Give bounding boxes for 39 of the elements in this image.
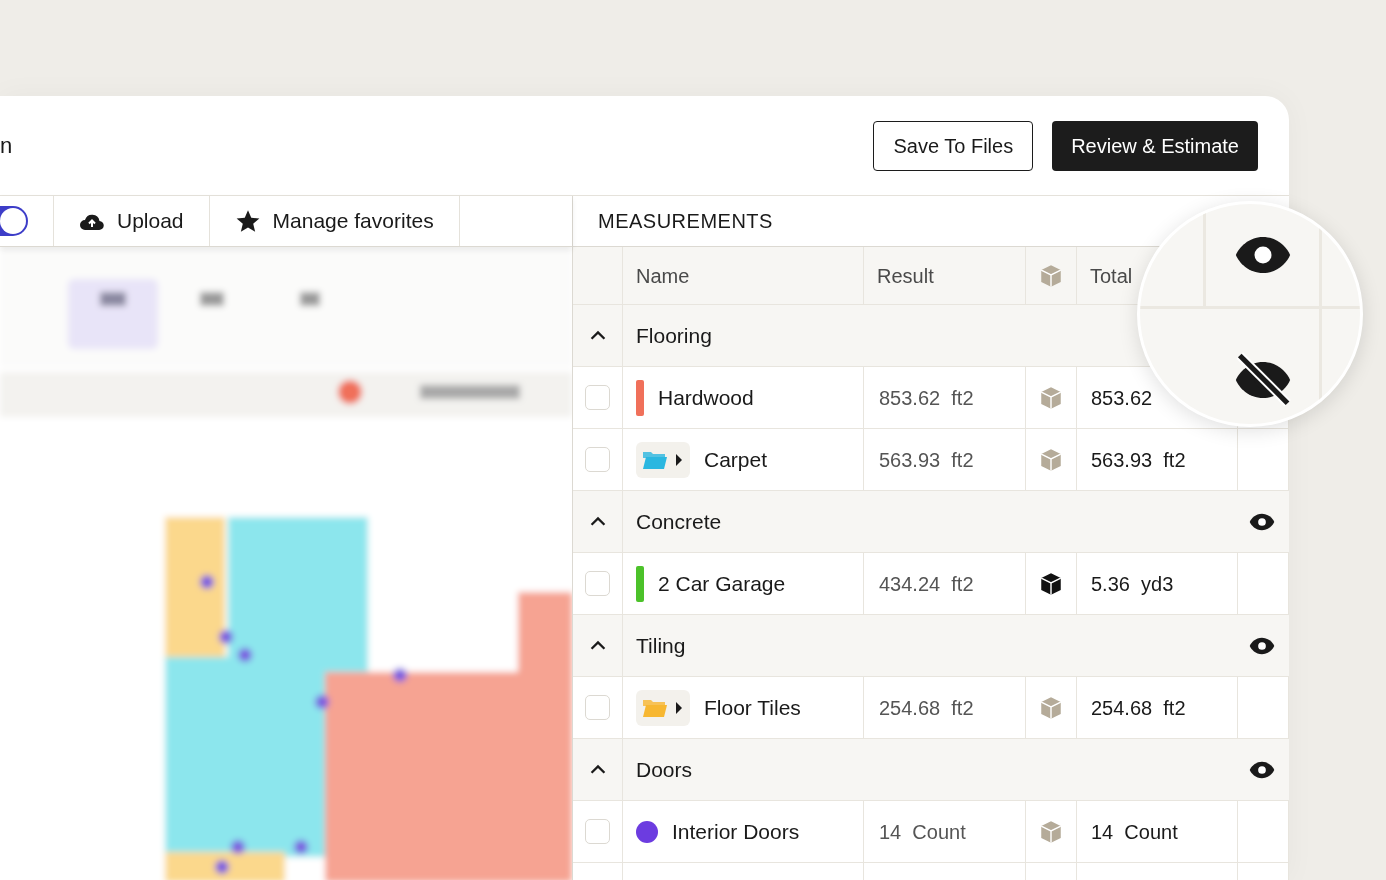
total-value: 254.68 ft2	[1091, 695, 1186, 721]
cube-icon[interactable]	[1038, 570, 1064, 597]
column-header: Result	[877, 263, 934, 289]
row-checkbox[interactable]	[585, 819, 610, 844]
folder-toggle[interactable]	[636, 441, 690, 478]
favorites-button[interactable]: Manage favorites	[209, 196, 460, 246]
star-icon	[234, 208, 261, 234]
total-value: 14 Count	[1091, 819, 1178, 845]
row-checkbox[interactable]	[585, 571, 610, 596]
result-value: 563.93 ft2	[879, 447, 974, 473]
group-name: Flooring	[636, 322, 712, 349]
result-value: 853.62 ft2	[879, 385, 974, 411]
group-name: Tiling	[636, 632, 686, 659]
result-value: 434.24 ft2	[879, 571, 974, 597]
row-checkbox[interactable]	[585, 385, 610, 410]
column-header: Name	[636, 263, 690, 289]
caret-icon	[674, 452, 684, 467]
folder-toggle[interactable]	[636, 689, 690, 726]
result-value: 254.68 ft2	[879, 695, 974, 721]
estimate-button[interactable]: Review & Estimate	[1052, 120, 1258, 171]
item-name: Carpet	[704, 446, 768, 473]
upload-button[interactable]: Upload	[54, 196, 210, 246]
total-value: 5.36 yd3	[1091, 571, 1174, 597]
total-value: 563.93 ft2	[1091, 447, 1186, 473]
result-value: 14 Count	[879, 819, 966, 845]
panel-title: MEASUREMENTS	[598, 209, 773, 234]
item-name: 2 Car Garage	[658, 570, 786, 597]
column-header: Total	[1090, 263, 1133, 289]
total-value: 853.62	[1091, 385, 1153, 411]
item-name: Floor Tiles	[704, 694, 801, 721]
item-name: Interior Doors	[672, 818, 800, 845]
caret-icon	[674, 700, 684, 715]
page-title: n	[0, 132, 13, 160]
row-checkbox[interactable]	[585, 695, 610, 720]
group-name: Doors	[636, 756, 693, 783]
row-checkbox[interactable]	[585, 447, 610, 472]
item-name: Hardwood	[658, 384, 754, 411]
save-button[interactable]: Save To Files	[873, 120, 1034, 171]
group-name: Concrete	[636, 508, 722, 535]
